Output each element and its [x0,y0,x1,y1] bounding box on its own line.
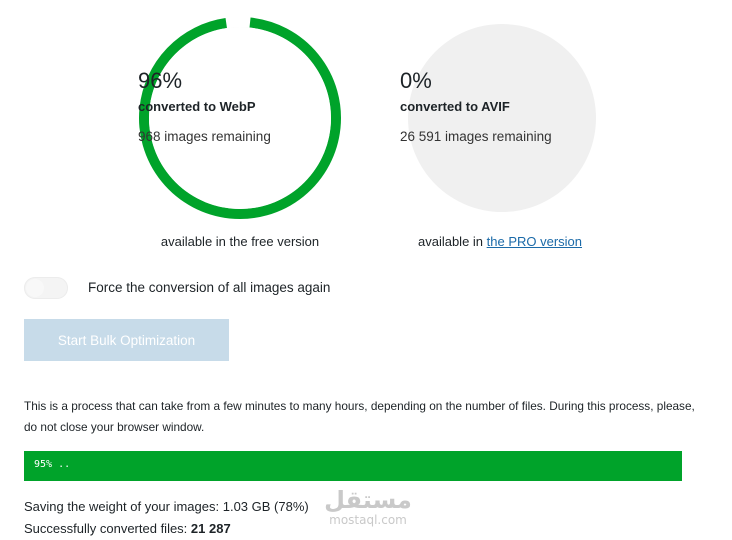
saving-weight-stat: Saving the weight of your images: 1.03 G… [24,499,309,514]
progress-fill [24,451,682,481]
force-conversion-label: Force the conversion of all images again [88,280,331,295]
progress-text: 95% .. [34,459,71,470]
webp-progress-ring: 96% converted to WebP 968 images remaini… [138,16,342,220]
watermark-latin: mostaql.com [329,513,407,527]
toggle-knob [26,279,44,297]
avif-progress-ring: 0% converted to AVIF 26 591 images remai… [400,16,608,220]
process-description: This is a process that can take from a f… [24,399,695,434]
webp-converted-label: converted to WebP [138,99,256,114]
start-bulk-optimization-button[interactable]: Start Bulk Optimization [24,319,229,361]
avif-converted-label: converted to AVIF [400,99,510,114]
avif-ring-graphic [408,24,596,212]
webp-remaining-label: 968 images remaining [138,129,271,144]
pro-version-link[interactable]: the PRO version [487,234,582,249]
webp-availability: available in the free version [160,234,320,249]
watermark-arabic: مستقل [324,486,412,514]
converted-files-value: 21 287 [190,521,231,536]
converted-files-label: Successfully converted files: [24,521,191,536]
webp-percent: 96% [138,68,183,93]
conversion-progress-bar: 95% .. [24,451,682,481]
mostaql-watermark-logo: مستقل mostaql.com [318,487,418,527]
saving-weight-label: Saving the weight of your images: [24,499,223,514]
avif-percent: 0% [400,68,432,93]
saving-weight-value: 1.03 GB (78%) [222,499,309,514]
webp-ring-graphic [139,17,341,219]
avif-availability: available in the PRO version [400,234,600,249]
avif-availability-prefix: available in [417,234,487,249]
force-conversion-toggle[interactable] [24,277,68,299]
avif-remaining-label: 26 591 images remaining [400,129,552,144]
converted-files-stat: Successfully converted files: 21 287 [24,521,231,536]
